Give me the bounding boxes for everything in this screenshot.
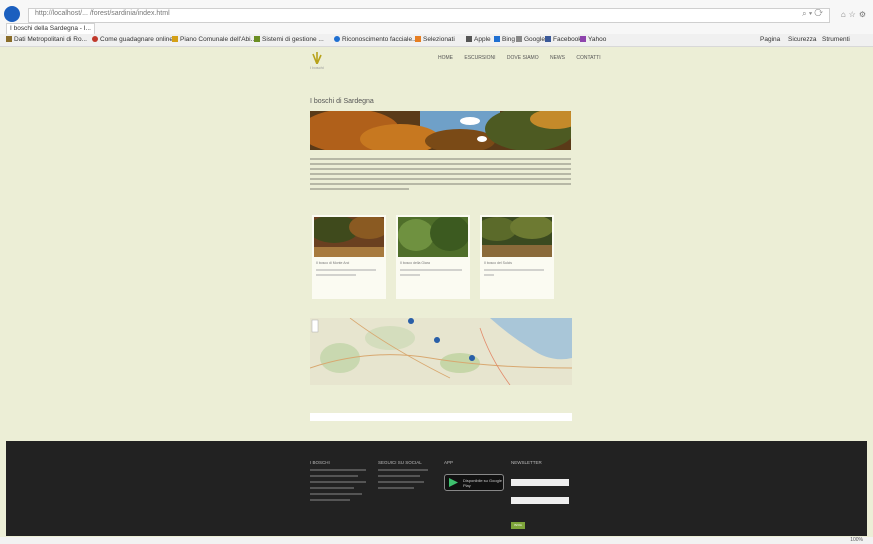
fav-item[interactable]: Apple (466, 35, 491, 45)
store-label: Disponibile su Google Play (463, 478, 502, 488)
card-title: Il bosco di Monte Arci (316, 261, 350, 264)
fav-item[interactable]: Riconoscimento facciale... (334, 35, 418, 45)
address-row: http://localhost/... /forest/sardinia/in… (0, 4, 873, 24)
map-widget[interactable] (310, 318, 572, 385)
footer-col-about: I BOSCHI (310, 460, 370, 501)
fav-item[interactable]: Dati Metropolitani di Ro... (6, 35, 87, 45)
cmd-page[interactable]: Pagina (760, 35, 780, 45)
newsletter-email-input[interactable] (511, 497, 569, 504)
fav-item[interactable]: Google (516, 35, 545, 45)
fav-item[interactable]: Bing (494, 35, 515, 45)
fav-item[interactable]: Selezionati (415, 35, 455, 45)
nav-where[interactable]: DOVE SIAMO (507, 55, 539, 61)
bookmark-icon (6, 36, 12, 43)
fav-item[interactable]: Yahoo (580, 35, 606, 45)
intro-text (310, 158, 571, 193)
page-title: I boschi di Sardegna (310, 98, 374, 105)
main-nav: HOME ESCURSIONI DOVE SIAMO NEWS CONTATTI (438, 55, 611, 61)
zoom-level[interactable]: 100% (850, 537, 863, 543)
bookmark-icon (516, 36, 522, 43)
bookmark-icon (334, 36, 340, 43)
browser-logo-icon[interactable] (4, 6, 20, 22)
bookmark-icon (494, 36, 500, 43)
fav-item[interactable]: Come guadagnare online (92, 35, 173, 45)
bookmark-icon (92, 36, 98, 43)
bookmark-icon (580, 36, 586, 43)
card-title: Il bosco del Sulcis (484, 261, 513, 264)
footer-col-app: APP (444, 460, 504, 465)
bookmark-icon (415, 36, 421, 43)
cards-row: Il bosco di Monte Arci Il bosco della Gi… (312, 215, 572, 301)
hero-image (310, 111, 571, 150)
site-logo-icon[interactable] (310, 52, 324, 64)
bookmark-icon (545, 36, 551, 43)
tab-row: I boschi della Sardegna - I... (0, 23, 873, 34)
bookmark-icon (466, 36, 472, 43)
card[interactable]: Il bosco di Monte Arci (312, 215, 386, 299)
newsletter-name-input[interactable] (511, 479, 569, 486)
card[interactable]: Il bosco della Giara (396, 215, 470, 299)
site-logo-text: I boschi (310, 65, 324, 70)
site-footer: I BOSCHI SEGUICI SU SOCIAL APP Disponibi… (6, 441, 867, 536)
fav-item[interactable]: Facebook (545, 35, 582, 45)
nav-excursions[interactable]: ESCURSIONI (464, 55, 495, 61)
nav-contacts[interactable]: CONTATTI (576, 55, 600, 61)
fav-item[interactable]: Sistemi di gestione ... (254, 35, 324, 45)
card-image (314, 217, 384, 257)
footer-heading: NEWSLETTER (511, 460, 542, 465)
tab-active[interactable]: I boschi della Sardegna - I... (6, 23, 95, 34)
play-store-icon (449, 478, 458, 487)
bookmark-icon (172, 36, 178, 43)
nav-home[interactable]: HOME (438, 55, 453, 61)
footer-col-social: SEGUICI SU SOCIAL (378, 460, 434, 489)
address-text: http://localhost/... /forest/sardinia/in… (35, 10, 170, 17)
browser-chrome: http://localhost/... /forest/sardinia/in… (0, 0, 873, 47)
cmd-security[interactable]: Sicurezza (788, 35, 817, 45)
newsletter-submit-button[interactable]: INVIA (511, 522, 525, 529)
search-icon[interactable]: ⌕ ▾ ⟳ (802, 9, 823, 19)
footer-col-newsletter: NEWSLETTER (511, 460, 571, 465)
card-image (398, 217, 468, 257)
card-title: Il bosco della Giara (400, 261, 430, 264)
fav-item[interactable]: Piano Comunale dell'Abi... (172, 35, 256, 45)
nav-news[interactable]: NEWS (550, 55, 565, 61)
card-image (482, 217, 552, 257)
google-play-button[interactable]: Disponibile su Google Play (444, 474, 504, 491)
card[interactable]: Il bosco del Sulcis (480, 215, 554, 299)
site-header: I boschi HOME ESCURSIONI DOVE SIAMO NEWS… (0, 46, 873, 74)
address-bar[interactable]: http://localhost/... /forest/sardinia/in… (28, 8, 830, 23)
footer-heading: APP (444, 460, 454, 465)
footer-heading: SEGUICI SU SOCIAL (378, 460, 422, 465)
window-controls[interactable]: ⌂☆⚙ (841, 10, 869, 19)
map-bottom-bar (310, 413, 572, 421)
bookmark-icon (254, 36, 260, 43)
footer-heading: I BOSCHI (310, 460, 330, 465)
cmd-tools[interactable]: Strumenti (822, 35, 850, 45)
status-bar: 100% (0, 537, 873, 544)
